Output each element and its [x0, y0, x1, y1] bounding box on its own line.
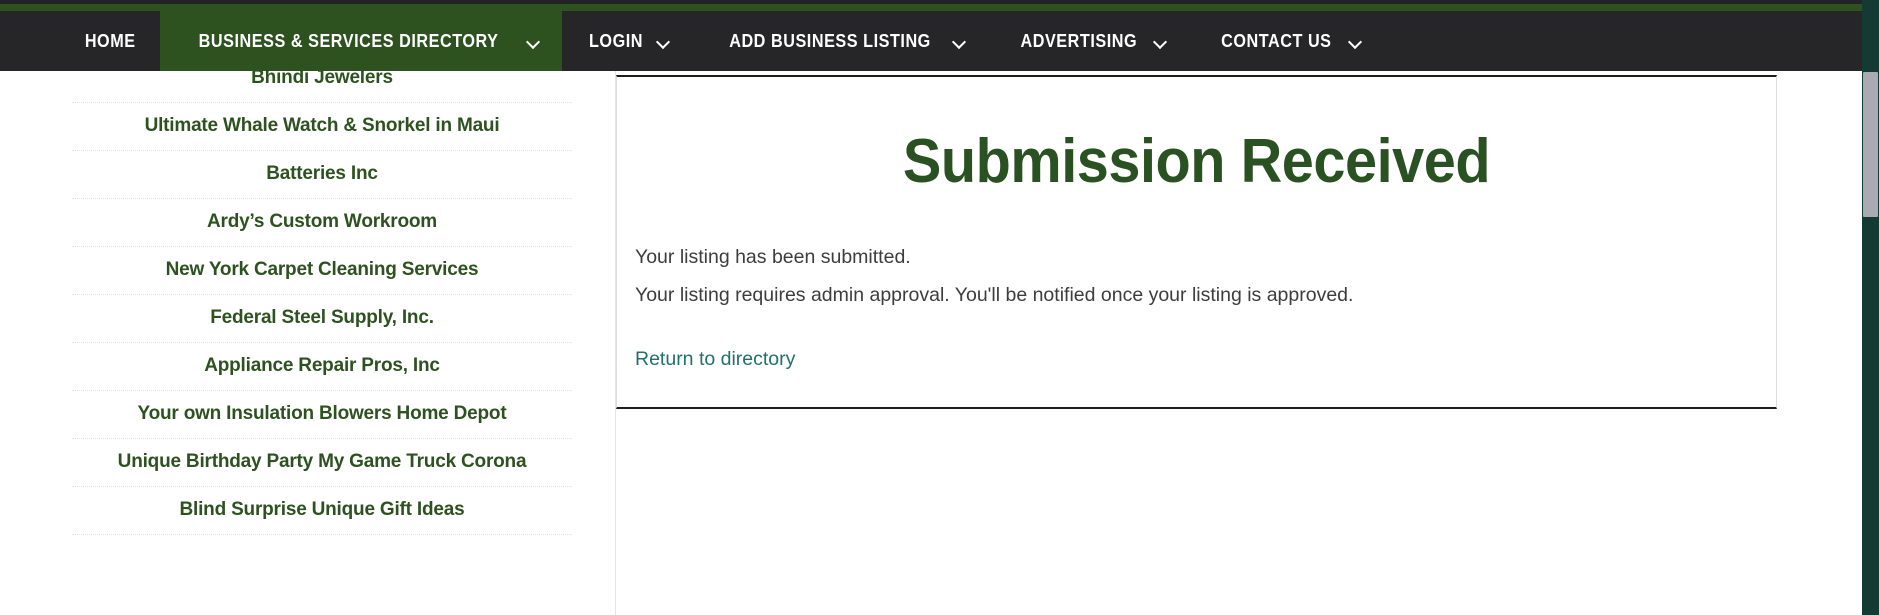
sidebar-item-label[interactable]: Batteries Inc — [72, 161, 572, 187]
sidebar-item-label[interactable]: Ardy’s Custom Workroom — [72, 209, 572, 235]
nav-item-home[interactable]: HOME — [62, 11, 160, 71]
site-header: HOME BUSINESS & SERVICES DIRECTORY LOGIN… — [0, 0, 1862, 71]
nav-item-label: ADVERTISING — [1020, 30, 1137, 51]
header-accent-strip — [0, 4, 1862, 11]
list-item[interactable]: Unique Birthday Party My Game Truck Coro… — [72, 439, 572, 487]
list-item[interactable]: New York Carpet Cleaning Services — [72, 247, 572, 295]
chevron-down-icon — [1154, 35, 1167, 48]
sidebar-item-label[interactable]: Your own Insulation Blowers Home Depot — [72, 401, 572, 427]
nav-item-login[interactable]: LOGIN — [562, 11, 694, 71]
nav-item-advertising[interactable]: ADVERTISING — [990, 11, 1192, 71]
list-item[interactable]: Federal Steel Supply, Inc. — [72, 295, 572, 343]
approval-notice-text: Your listing requires admin approval. Yo… — [635, 284, 1354, 306]
list-item[interactable]: Blind Surprise Unique Gift Ideas — [72, 487, 572, 535]
sidebar-item-label[interactable]: Federal Steel Supply, Inc. — [72, 305, 572, 331]
list-item[interactable]: Batteries Inc — [72, 151, 572, 199]
sidebar-item-label[interactable]: Blind Surprise Unique Gift Ideas — [72, 497, 572, 523]
sidebar-item-label[interactable]: Appliance Repair Pros, Inc — [72, 353, 572, 379]
nav-item-contact-us[interactable]: CONTACT US — [1191, 11, 1386, 71]
nav-item-label: HOME — [84, 30, 136, 51]
page-body: Bhindi Jewelers Ultimate Whale Watch & S… — [0, 0, 1862, 615]
chevron-down-icon — [953, 35, 966, 48]
sidebar-item-label[interactable]: Unique Birthday Party My Game Truck Coro… — [72, 449, 572, 475]
chevron-down-icon — [527, 35, 540, 48]
related-listings-sidebar: Bhindi Jewelers Ultimate Whale Watch & S… — [0, 55, 572, 535]
main-navigation: HOME BUSINESS & SERVICES DIRECTORY LOGIN… — [0, 11, 1862, 71]
page-root: Bhindi Jewelers Ultimate Whale Watch & S… — [0, 0, 1879, 615]
return-to-directory-link[interactable]: Return to directory — [633, 345, 795, 373]
list-item[interactable]: Appliance Repair Pros, Inc — [72, 343, 572, 391]
nav-item-label: CONTACT US — [1221, 30, 1332, 51]
vertical-scrollbar[interactable] — [1862, 0, 1879, 615]
main-content-column: Submission Received Your listing has bee… — [615, 55, 1778, 615]
scrollbar-thumb[interactable] — [1863, 72, 1878, 217]
list-item[interactable]: Ultimate Whale Watch & Snorkel in Maui — [72, 103, 572, 151]
sidebar-item-label[interactable]: New York Carpet Cleaning Services — [72, 257, 572, 283]
chevron-down-icon — [1349, 35, 1362, 48]
list-item[interactable]: Your own Insulation Blowers Home Depot — [72, 391, 572, 439]
chevron-down-icon — [657, 35, 670, 48]
page-title: Submission Received — [902, 127, 1491, 196]
nav-item-add-business-listing[interactable]: ADD BUSINESS LISTING — [694, 11, 990, 71]
submission-status-text: Your listing has been submitted. — [635, 246, 911, 268]
nav-item-label: ADD BUSINESS LISTING — [728, 30, 931, 51]
list-item[interactable]: Ardy’s Custom Workroom — [72, 199, 572, 247]
nav-item-business-services-directory[interactable]: BUSINESS & SERVICES DIRECTORY — [160, 11, 562, 71]
submission-received-card: Submission Received Your listing has bee… — [616, 75, 1777, 409]
nav-item-label: BUSINESS & SERVICES DIRECTORY — [199, 30, 499, 51]
nav-item-label: LOGIN — [588, 30, 643, 51]
sidebar-item-label[interactable]: Ultimate Whale Watch & Snorkel in Maui — [72, 113, 572, 139]
